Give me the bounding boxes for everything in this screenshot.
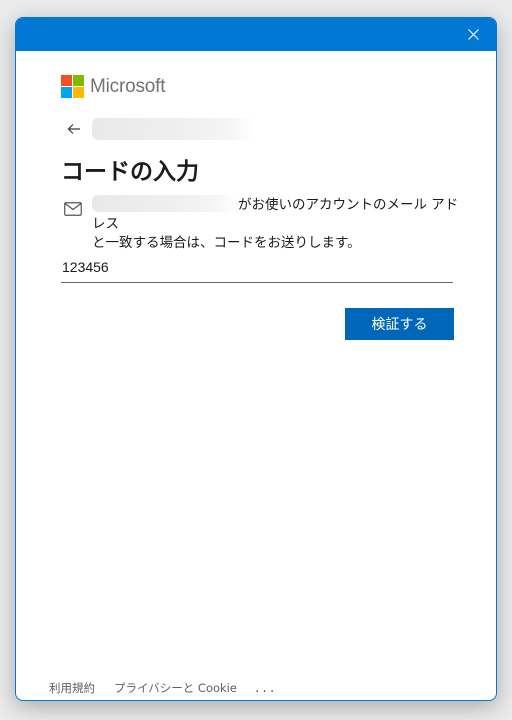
terms-link[interactable]: 利用規約 xyxy=(49,680,95,696)
sign-in-dialog: Microsoft コードの入力 がお使いのアカウントのメール アドレス と一致… xyxy=(15,17,497,701)
arrow-left-icon xyxy=(67,124,80,134)
code-input[interactable] xyxy=(61,253,453,283)
logo-square-red xyxy=(61,75,72,86)
logo-square-green xyxy=(73,75,84,86)
logo-wordmark: Microsoft xyxy=(90,75,166,97)
back-row xyxy=(64,117,254,141)
page-title: コードの入力 xyxy=(61,159,199,185)
privacy-cookie-link[interactable]: プライバシーと Cookie xyxy=(114,680,237,696)
redacted-email xyxy=(92,195,236,212)
close-icon xyxy=(467,29,479,40)
logo-square-yellow xyxy=(73,87,84,98)
instruction-text: がお使いのアカウントのメール アドレス と一致する場合は、コードをお送りします。 xyxy=(92,195,462,253)
microsoft-logo-icon xyxy=(61,75,84,98)
title-bar xyxy=(16,18,496,51)
close-button[interactable] xyxy=(450,18,496,51)
redacted-account-name xyxy=(92,118,254,140)
back-button[interactable] xyxy=(64,119,84,139)
more-options-button[interactable]: ... xyxy=(255,681,277,695)
verify-button[interactable]: 検証する xyxy=(345,308,454,340)
logo-square-blue xyxy=(61,87,72,98)
mail-icon xyxy=(64,202,82,216)
microsoft-logo: Microsoft xyxy=(61,75,165,98)
footer: 利用規約 プライバシーと Cookie ... xyxy=(49,680,277,696)
instruction-line-2: と一致する場合は、コードをお送りします。 xyxy=(92,235,361,251)
